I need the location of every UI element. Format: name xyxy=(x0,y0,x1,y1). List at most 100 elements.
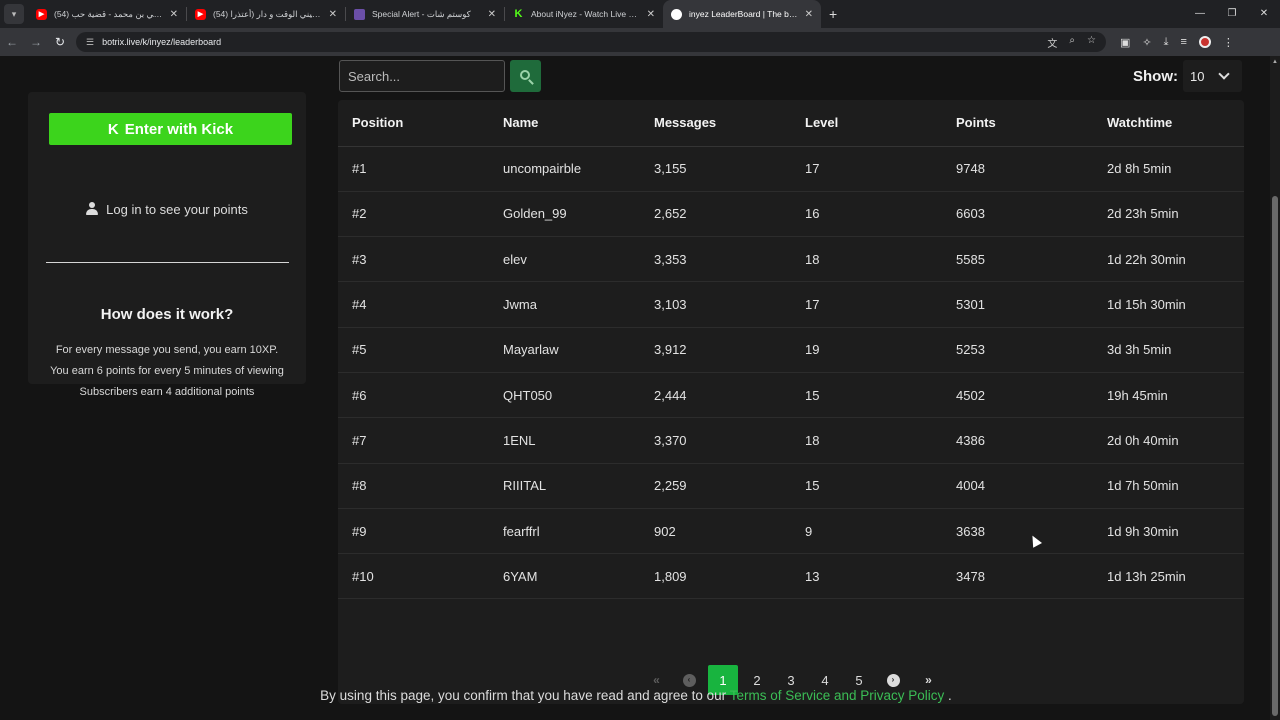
cell-name: Golden_99 xyxy=(489,191,640,238)
browser-tab[interactable]: ▶ (54) علي بن محمد - قضية حب (- ✕ xyxy=(28,0,186,28)
cell-messages: 3,912 xyxy=(640,327,791,373)
youtube-icon: ▶ xyxy=(36,8,47,20)
chevron-down-icon xyxy=(1218,68,1230,80)
cell-name: 1ENL xyxy=(489,417,640,464)
table-row: #6 QHT050 2,444 15 4502 19h 45min xyxy=(338,372,1244,419)
chevron-left-circle-icon: ‹ xyxy=(682,673,696,687)
cell-points: 5253 xyxy=(942,327,1093,373)
search-button[interactable] xyxy=(510,60,541,92)
window-controls: — ❐ ✕ xyxy=(1184,0,1280,28)
cell-points: 5301 xyxy=(942,281,1093,328)
table-row: #1 uncompairble 3,155 17 9748 2d 8h 5min xyxy=(338,146,1244,192)
tab-title: Special Alert - كوستم شات xyxy=(372,8,471,19)
login-text: Log in to see your points xyxy=(106,202,248,217)
column-header: Points xyxy=(942,100,1093,147)
translate-icon[interactable]: 文 xyxy=(1047,35,1057,50)
browser-tab-active[interactable]: inyez LeaderBoard | The best C ✕ xyxy=(663,0,821,28)
cell-name: elev xyxy=(489,236,640,283)
cell-name: fearffrl xyxy=(489,508,640,555)
cell-position: #4 xyxy=(338,281,489,328)
image-icon xyxy=(354,8,365,20)
browser-tab[interactable]: ▶ (54) خان فيني الوقت و دار (أعتذرا ✕ xyxy=(187,0,345,28)
download-icon[interactable]: ⤓ xyxy=(1164,36,1169,49)
cell-name: QHT050 xyxy=(489,372,640,419)
tab-close-icon[interactable]: ✕ xyxy=(647,9,655,20)
url-text: botrix.live/k/inyez/leaderboard xyxy=(102,37,222,47)
login-link[interactable]: Log in to see your points xyxy=(28,202,306,217)
cell-level: 16 xyxy=(791,191,942,238)
column-header: Watchtime xyxy=(1093,100,1244,147)
scrollbar-thumb[interactable] xyxy=(1272,196,1278,716)
cell-messages: 3,103 xyxy=(640,281,791,328)
cell-name: Mayarlaw xyxy=(489,327,640,373)
how-line: Subscribers earn 4 additional points xyxy=(79,386,255,398)
reading-list-icon[interactable]: ≡ xyxy=(1181,36,1187,48)
search-input[interactable] xyxy=(339,60,505,92)
cell-position: #1 xyxy=(338,146,489,192)
column-header: Messages xyxy=(640,100,791,147)
tab-close-icon[interactable]: ✕ xyxy=(329,9,337,20)
bookmark-star-icon[interactable]: ☆ xyxy=(1087,35,1096,50)
botrix-icon xyxy=(671,8,682,20)
show-count-select[interactable]: 10 xyxy=(1183,60,1242,92)
restore-icon[interactable]: ❐ xyxy=(1216,0,1248,28)
new-tab-icon[interactable]: + xyxy=(829,6,837,22)
double-chevron-left-icon: « xyxy=(653,673,659,687)
enter-with-kick-button[interactable]: K Enter with Kick xyxy=(49,113,292,145)
leaderboard-table: Position Name Messages Level Points Watc… xyxy=(338,100,1244,600)
cell-position: #10 xyxy=(338,553,489,600)
cell-name: 6YAM xyxy=(489,553,640,600)
close-window-icon[interactable]: ✕ xyxy=(1248,0,1280,28)
reload-icon[interactable]: ↻ xyxy=(48,35,72,49)
cell-messages: 2,652 xyxy=(640,191,791,238)
terms-link[interactable]: Terms of Service and Privacy Policy xyxy=(730,688,945,703)
table-row: #7 1ENL 3,370 18 4386 2d 0h 40min xyxy=(338,417,1244,464)
cell-points: 3638 xyxy=(942,508,1093,555)
cell-watchtime: 3d 3h 5min xyxy=(1093,327,1244,373)
browser-tab[interactable]: K About iNyez - Watch Live on Ki ✕ xyxy=(505,0,663,28)
scroll-up-icon[interactable]: ▲ xyxy=(1271,59,1279,65)
tab-close-icon[interactable]: ✕ xyxy=(170,9,178,20)
tab-close-icon[interactable]: ✕ xyxy=(805,9,813,20)
page-scrollbar[interactable]: ▲ xyxy=(1270,56,1280,720)
forward-icon[interactable]: → xyxy=(24,35,48,49)
menu-dots-icon[interactable]: ⋮ xyxy=(1223,36,1234,49)
cell-position: #3 xyxy=(338,236,489,283)
cell-watchtime: 2d 8h 5min xyxy=(1093,146,1244,192)
cell-messages: 3,155 xyxy=(640,146,791,192)
cell-points: 5585 xyxy=(942,236,1093,283)
column-header: Position xyxy=(338,100,489,147)
extensions-icon[interactable]: ✧ xyxy=(1142,36,1151,49)
tab-close-icon[interactable]: ✕ xyxy=(488,9,496,20)
site-info-icon[interactable]: ☰ xyxy=(86,37,94,48)
cell-watchtime: 2d 0h 40min xyxy=(1093,417,1244,464)
tab-title: inyez LeaderBoard | The best C xyxy=(689,9,799,19)
column-header: Name xyxy=(489,100,640,147)
cell-position: #9 xyxy=(338,508,489,555)
back-icon[interactable]: ← xyxy=(0,35,24,49)
kick-icon: K xyxy=(514,8,523,20)
sidebar-card: K Enter with Kick Log in to see your poi… xyxy=(28,92,306,398)
table-row: #8 RIIITAL 2,259 15 4004 1d 7h 50min xyxy=(338,463,1244,509)
cell-messages: 1,809 xyxy=(640,553,791,600)
address-bar[interactable]: ☰ botrix.live/k/inyez/leaderboard 文 ⌕ ☆ xyxy=(76,32,1106,52)
cell-level: 15 xyxy=(791,372,942,419)
cell-name: Jwma xyxy=(489,281,640,328)
media-icon[interactable]: ▣ xyxy=(1120,36,1130,49)
table-row: #10 6YAM 1,809 13 3478 1d 13h 25min xyxy=(338,553,1244,600)
chevron-right-circle-icon: › xyxy=(886,673,900,687)
kick-icon: K xyxy=(107,120,119,138)
table-body: #1 uncompairble 3,155 17 9748 2d 8h 5min… xyxy=(338,146,1244,600)
browser-tab[interactable]: Special Alert - كوستم شات ✕ xyxy=(346,0,504,28)
profile-avatar[interactable] xyxy=(1198,36,1211,48)
zoom-icon[interactable]: ⌕ xyxy=(1069,35,1075,50)
minimize-icon[interactable]: — xyxy=(1184,0,1216,28)
how-line: For every message you send, you earn 10X… xyxy=(55,344,279,356)
cell-messages: 2,444 xyxy=(640,372,791,419)
cell-points: 3478 xyxy=(942,553,1093,600)
table-row: #3 elev 3,353 18 5585 1d 22h 30min xyxy=(338,236,1244,283)
footer-end: . xyxy=(948,688,952,703)
cell-level: 13 xyxy=(791,553,942,600)
tab-title: About iNyez - Watch Live on Ki xyxy=(531,9,641,19)
tab-search-icon[interactable]: ▾ xyxy=(4,4,24,24)
